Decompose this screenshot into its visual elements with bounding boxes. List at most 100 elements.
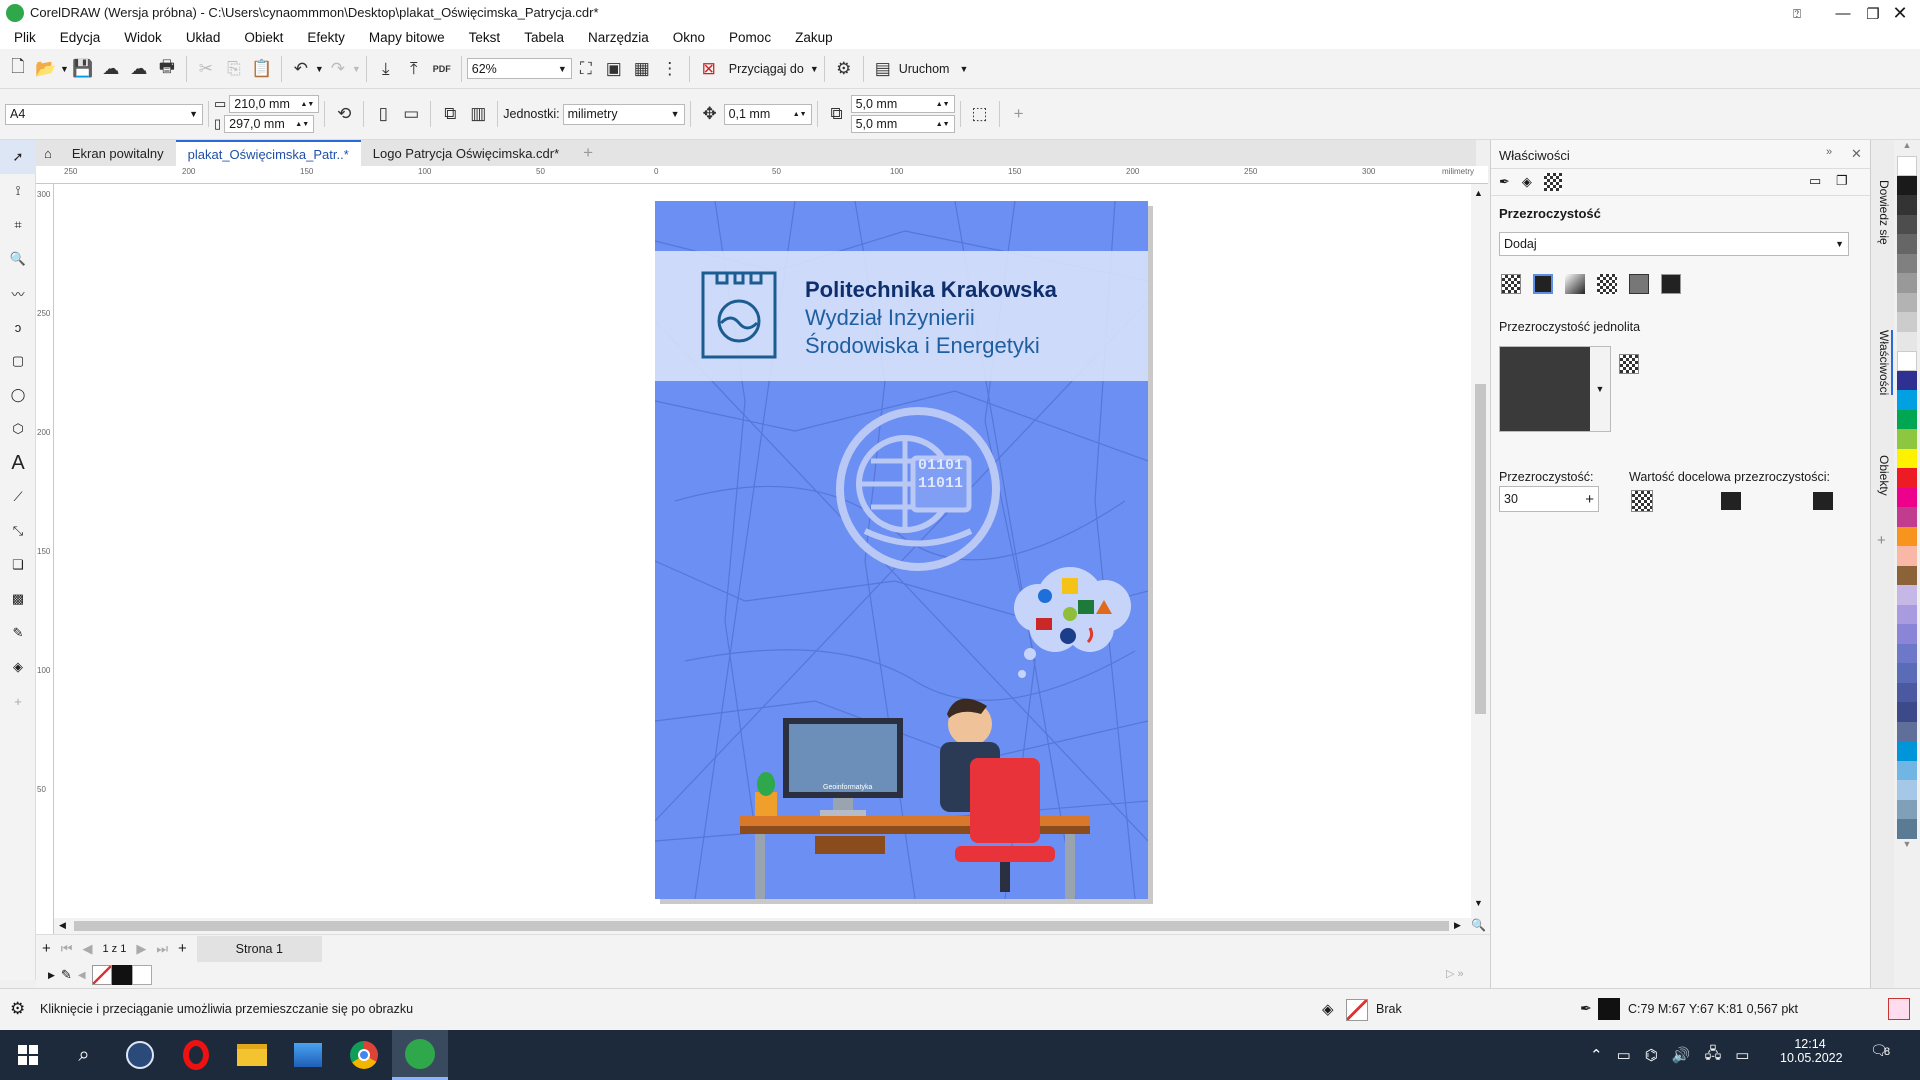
- transparency-tab-icon[interactable]: [1543, 173, 1562, 191]
- palette-swatch[interactable]: [1897, 819, 1917, 839]
- print-icon[interactable]: 🖶: [153, 55, 181, 83]
- palette-swatch[interactable]: [1897, 663, 1917, 683]
- paste-icon[interactable]: 📋: [248, 55, 276, 83]
- add-docker-icon[interactable]: +: [1877, 532, 1886, 549]
- export-icon[interactable]: ⤒: [400, 55, 428, 83]
- menu-widok[interactable]: Widok: [112, 27, 174, 49]
- clock[interactable]: 12:14 10.05.2022: [1780, 1037, 1843, 1065]
- file-explorer-icon[interactable]: [224, 1030, 280, 1080]
- menu-efekty[interactable]: Efekty: [295, 27, 357, 49]
- outline-color-swatch[interactable]: [1598, 998, 1620, 1020]
- palette-swatch[interactable]: [1897, 565, 1917, 585]
- poster-page[interactable]: Politechnika Krakowska Wydział Inżynieri…: [655, 201, 1148, 899]
- palette-swatch[interactable]: [1897, 468, 1917, 488]
- drop-shadow-tool-icon[interactable]: ❏: [0, 548, 36, 582]
- page-tab-1[interactable]: Strona 1: [196, 935, 322, 962]
- photos-icon[interactable]: [280, 1030, 336, 1080]
- no-color-swatch[interactable]: [91, 965, 112, 985]
- transparency-color-picker[interactable]: ▼: [1499, 346, 1611, 432]
- horizontal-ruler[interactable]: 250 200 150 100 50 0 50 100 150 200 250 …: [36, 166, 1488, 184]
- launch-app-icon[interactable]: ▤: [869, 55, 897, 83]
- network-icon[interactable]: 🖧: [1705, 1043, 1722, 1068]
- transparency-sample-icon[interactable]: [1619, 354, 1639, 374]
- menu-narzędzia[interactable]: Narzędzia: [576, 27, 661, 49]
- palette-swatch[interactable]: [1897, 292, 1917, 312]
- next-page-icon[interactable]: ▶: [136, 941, 146, 957]
- palette-swatch[interactable]: [1897, 799, 1917, 819]
- help-icon[interactable]: ⍰: [1774, 0, 1820, 27]
- palette-swatch[interactable]: [1897, 526, 1917, 546]
- eyedropper-icon[interactable]: ✎: [61, 967, 72, 983]
- zoom-navigator-icon[interactable]: 🔍: [1471, 918, 1486, 932]
- landscape-icon[interactable]: ▭: [397, 100, 425, 128]
- palette-swatch[interactable]: [1897, 273, 1917, 293]
- menu-edycja[interactable]: Edycja: [48, 27, 113, 49]
- palette-swatch[interactable]: [1897, 409, 1917, 429]
- cloud-upload-icon[interactable]: ☁: [125, 55, 153, 83]
- volume-icon[interactable]: 🔊: [1672, 1046, 1691, 1064]
- all-pages-icon[interactable]: ⧉: [436, 100, 464, 128]
- page-size-select[interactable]: A4 ▼: [5, 103, 203, 125]
- palette-swatch[interactable]: [1897, 195, 1917, 215]
- color-picker-dropdown-icon[interactable]: ▼: [1590, 347, 1610, 431]
- cut-icon[interactable]: ✂: [192, 55, 220, 83]
- cloud-download-icon[interactable]: ☁: [97, 55, 125, 83]
- zoom-to-page-icon[interactable]: ⛶: [572, 55, 600, 83]
- palette-swatch[interactable]: [1897, 643, 1917, 663]
- show-grid-icon[interactable]: ▦: [628, 55, 656, 83]
- scroll-up-icon[interactable]: ▲: [1474, 188, 1483, 198]
- palette-swatch[interactable]: [1897, 214, 1917, 234]
- battery-icon[interactable]: ▭: [1735, 1046, 1749, 1064]
- menu-mapy-bitowe[interactable]: Mapy bitowe: [357, 27, 457, 49]
- fill-tool-icon[interactable]: ◈: [0, 650, 36, 684]
- horizontal-scroll-thumb[interactable]: [74, 921, 1449, 931]
- close-button[interactable]: ✕: [1880, 0, 1920, 27]
- current-page-icon[interactable]: ▥: [464, 100, 492, 128]
- palette-swatch[interactable]: [1897, 585, 1917, 605]
- vector-pattern-transparency-icon[interactable]: [1597, 274, 1617, 294]
- page-layout-icon[interactable]: ⟲: [330, 100, 358, 128]
- text-tool-icon[interactable]: A: [0, 446, 36, 480]
- palette-scroll-left-icon[interactable]: ◀: [78, 970, 86, 981]
- nudge-distance-field[interactable]: 0,1 mm ▲▼: [723, 103, 812, 125]
- docker-close-icon[interactable]: ✕: [1851, 146, 1862, 162]
- frame-icon[interactable]: ▭: [1809, 173, 1821, 189]
- vertical-scrollbar[interactable]: ▲ ▼: [1471, 184, 1490, 918]
- page-frame-icon[interactable]: ❐: [1836, 173, 1848, 189]
- new-document-icon[interactable]: 🗋: [4, 55, 32, 83]
- units-select[interactable]: milimetry ▼: [562, 103, 685, 125]
- palette-swatch[interactable]: [1897, 351, 1917, 371]
- texture-transparency-icon[interactable]: [1661, 274, 1681, 294]
- add-page-before-icon[interactable]: +: [42, 940, 51, 957]
- palette-swatch[interactable]: [1897, 682, 1917, 702]
- palette-swatch[interactable]: [1897, 624, 1917, 644]
- docker-collapse-icon[interactable]: »: [1826, 146, 1832, 158]
- palette-swatch[interactable]: [1897, 175, 1917, 195]
- scroll-right-icon[interactable]: ▶: [1454, 920, 1461, 931]
- target-fill-icon[interactable]: [1721, 492, 1741, 510]
- transparency-amount-field[interactable]: 30 +: [1499, 486, 1599, 512]
- palette-swatch[interactable]: [1897, 507, 1917, 527]
- no-transparency-icon[interactable]: [1501, 274, 1521, 294]
- save-icon[interactable]: 💾: [69, 55, 97, 83]
- freehand-tool-icon[interactable]: 〰: [0, 276, 36, 310]
- black-swatch[interactable]: [111, 965, 132, 985]
- white-swatch[interactable]: [131, 965, 152, 985]
- palette-swatch[interactable]: [1897, 760, 1917, 780]
- palette-swatch[interactable]: [1897, 546, 1917, 566]
- options-gear-icon[interactable]: ⚙: [830, 55, 858, 83]
- opera-icon[interactable]: [168, 1030, 224, 1080]
- export-pdf-icon[interactable]: PDF: [428, 55, 456, 83]
- palette-expand-icon[interactable]: ▶: [48, 970, 55, 981]
- zoom-level-field[interactable]: 62% ▼: [466, 58, 572, 79]
- palette-swatch[interactable]: [1897, 487, 1917, 507]
- polygon-tool-icon[interactable]: ⬡: [0, 412, 36, 446]
- transparency-tool-icon[interactable]: ▩: [0, 582, 36, 616]
- target-all-icon[interactable]: [1631, 490, 1653, 512]
- artistic-media-tool-icon[interactable]: ↄ: [0, 310, 36, 344]
- palette-down-icon[interactable]: ▼: [1894, 839, 1920, 855]
- add-toolbar-icon[interactable]: +: [1005, 100, 1033, 128]
- launch-dropdown[interactable]: Uruchom: [899, 62, 950, 76]
- search-icon[interactable]: ⌕: [56, 1030, 112, 1080]
- sidetab-learn[interactable]: Dowiedz się: [1877, 180, 1891, 245]
